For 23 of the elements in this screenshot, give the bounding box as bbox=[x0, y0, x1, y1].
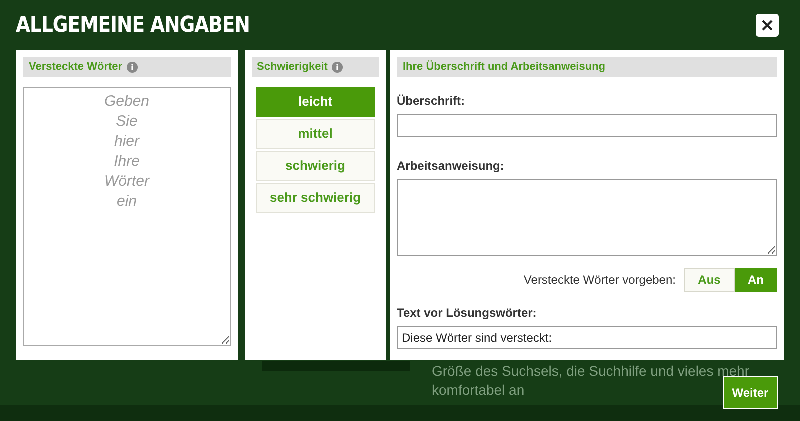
toggle-label: Versteckte Wörter vorgeben: bbox=[524, 272, 676, 289]
field-label: Text vor Lösungswörter: bbox=[397, 305, 538, 322]
info-icon bbox=[126, 62, 138, 72]
close-button[interactable] bbox=[756, 14, 779, 36]
panel-title: Versteckte Wörter bbox=[29, 60, 123, 75]
info-icon bbox=[332, 62, 343, 72]
toggle-option[interactable]: An bbox=[735, 268, 777, 292]
difficulty-option[interactable]: leicht bbox=[256, 87, 375, 117]
panel-title: Schwierigkeit bbox=[257, 60, 328, 75]
next-button[interactable]: Weiter bbox=[723, 376, 778, 409]
close-icon bbox=[762, 20, 773, 30]
difficulty-option[interactable]: mittel bbox=[256, 119, 375, 149]
words-field[interactable]: Geben Sie hier Ihre Wörter ein bbox=[23, 87, 231, 346]
field-label: Arbeitsanweisung: bbox=[397, 158, 506, 175]
heading-field[interactable] bbox=[397, 114, 777, 137]
difficulty-option[interactable]: schwierig bbox=[256, 151, 375, 181]
dialog-title: ALLGEMEINE ANGABEN bbox=[16, 12, 250, 40]
difficulty-option[interactable]: sehr schwierig bbox=[256, 183, 375, 213]
panel-title: Ihre Überschrift und Arbeitsanweisung bbox=[403, 60, 606, 75]
toggle-option[interactable]: Aus bbox=[684, 268, 735, 292]
solution-text-field[interactable]: Diese Wörter sind versteckt: bbox=[397, 326, 777, 349]
instruction-field[interactable] bbox=[397, 179, 777, 256]
field-label: Überschrift: bbox=[397, 93, 466, 110]
